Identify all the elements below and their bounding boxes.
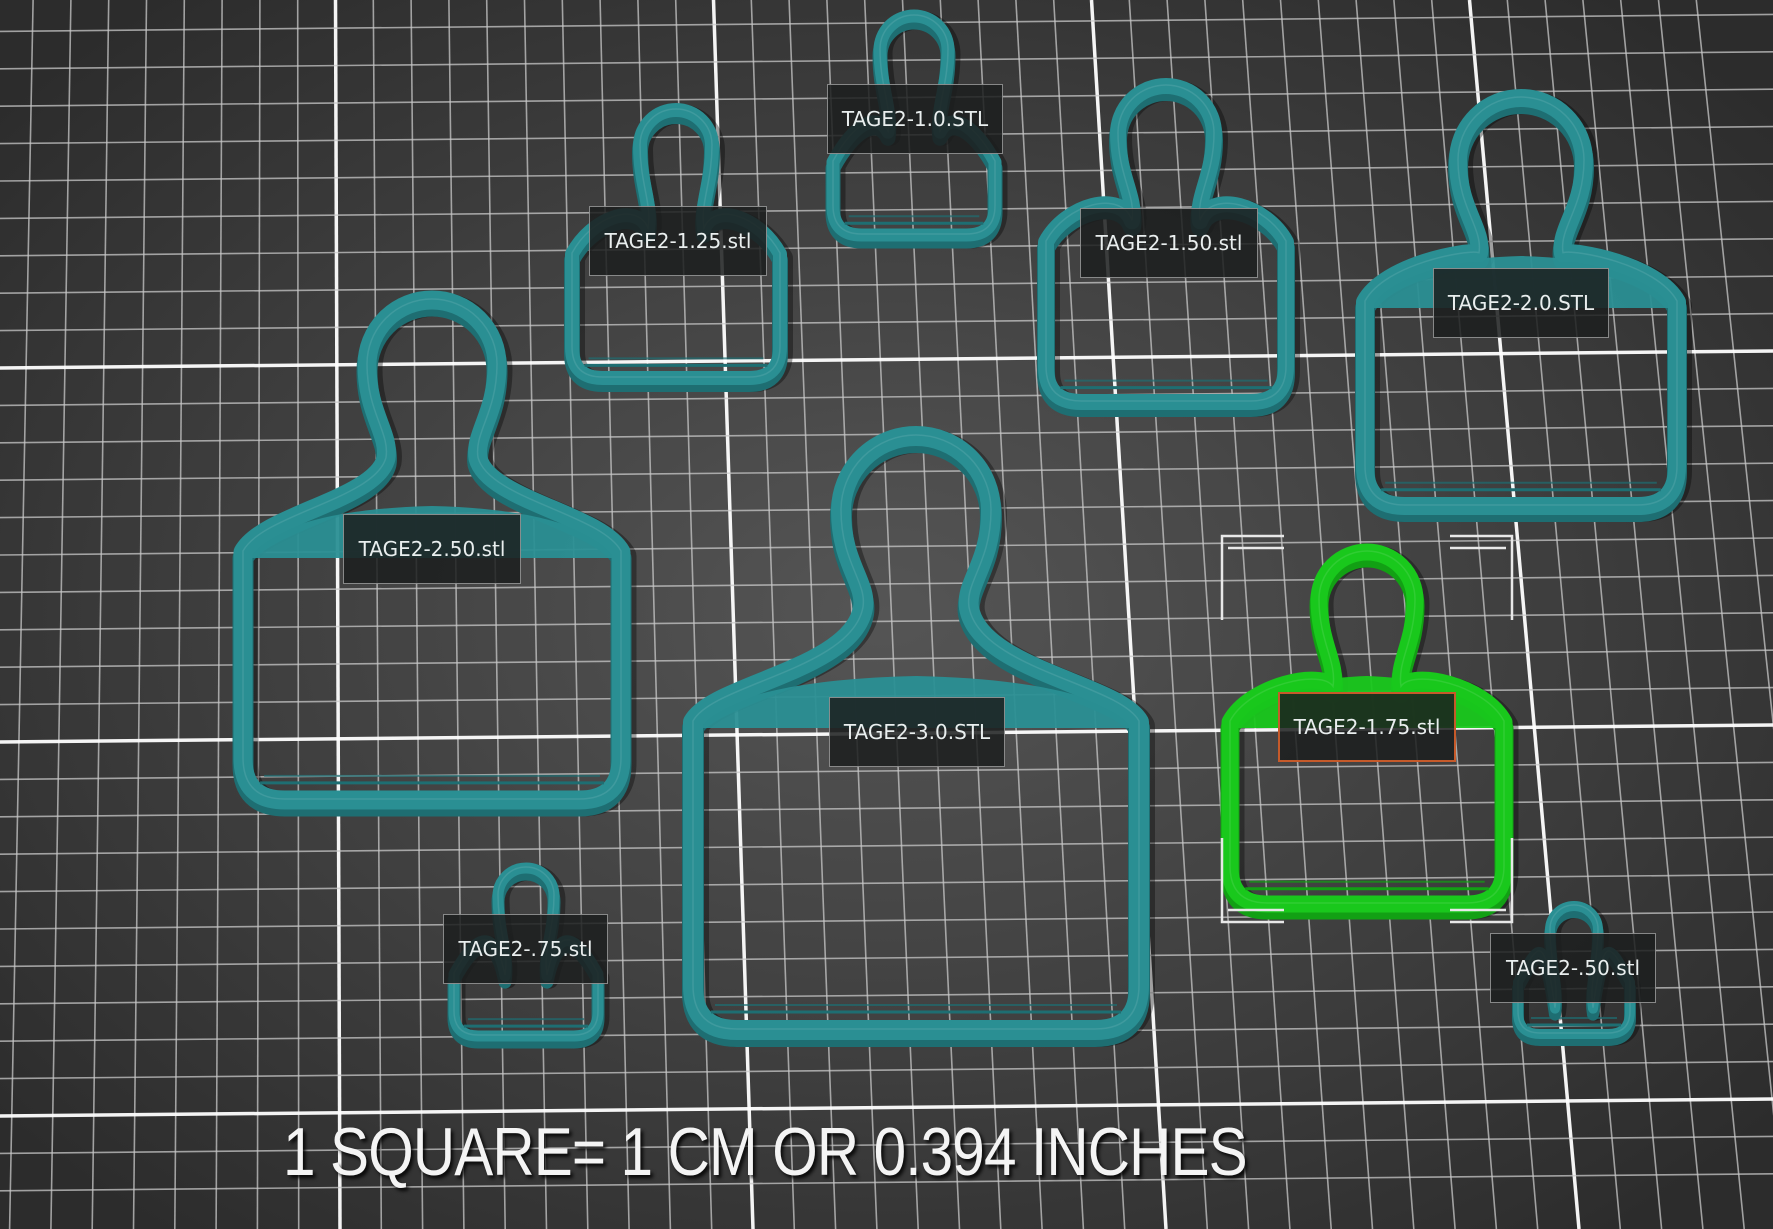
object-label-tage2-1.75[interactable]: TAGE2-1.75.stl — [1278, 692, 1456, 762]
object-label-tage2-1.50[interactable]: TAGE2-1.50.stl — [1080, 208, 1258, 278]
object-label-tage2-2.50[interactable]: TAGE2-2.50.stl — [343, 514, 521, 584]
object-label-tage2-.50[interactable]: TAGE2-.50.stl — [1490, 933, 1656, 1003]
build-plate-viewport[interactable]: TAGE2-1.0.STL TAGE2-1.25.stl TAGE2-1.50.… — [0, 0, 1773, 1229]
object-label-tage2-1.25[interactable]: TAGE2-1.25.stl — [589, 206, 767, 276]
scale-note: 1 SQUARE= 1 CM OR 0.394 INCHES — [283, 1114, 1248, 1190]
object-label-tage2-.75[interactable]: TAGE2-.75.stl — [443, 914, 608, 984]
object-label-tage2-3.0[interactable]: TAGE2-3.0.STL — [829, 697, 1005, 767]
object-label-tage2-1.0[interactable]: TAGE2-1.0.STL — [827, 84, 1003, 154]
cookie-cutter-layer — [232, 9, 1692, 1049]
object-label-tage2-2.0[interactable]: TAGE2-2.0.STL — [1433, 268, 1609, 338]
